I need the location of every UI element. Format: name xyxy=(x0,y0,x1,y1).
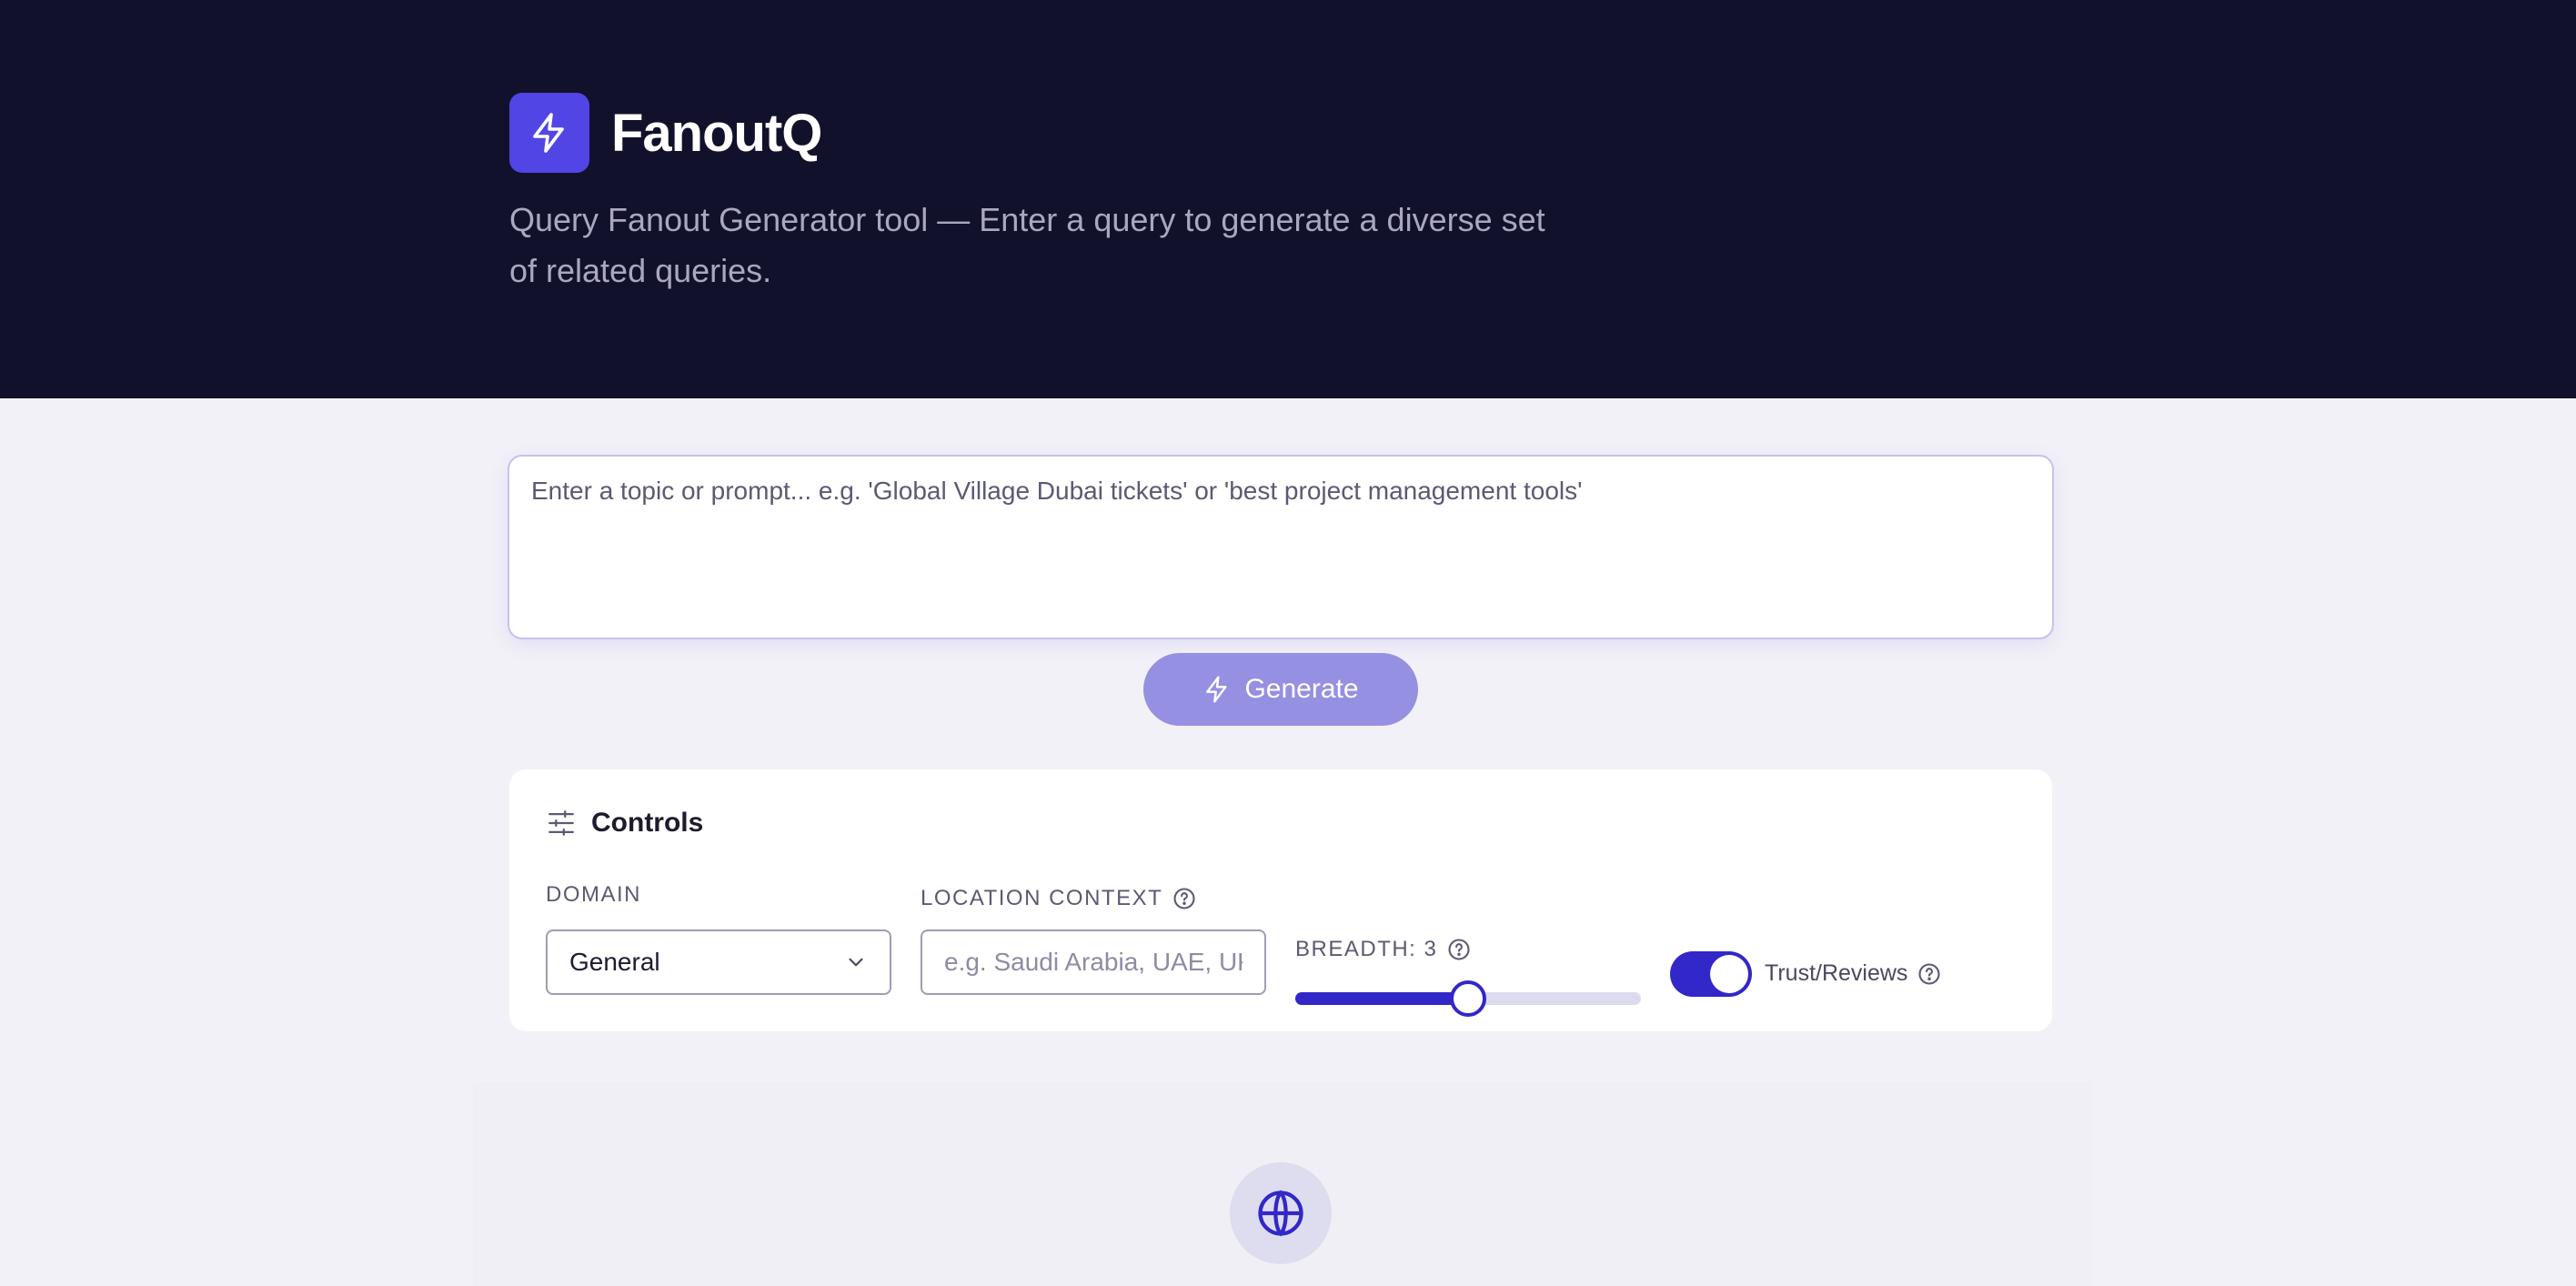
domain-label: DOMAIN xyxy=(546,882,641,908)
breadth-label-text: BREADTH: 3 xyxy=(1295,937,1438,961)
lightning-bolt-icon xyxy=(533,113,564,153)
chevron-down-icon xyxy=(849,958,863,967)
prompt-input[interactable] xyxy=(509,457,2052,638)
location-label: LOCATION CONTEXT xyxy=(921,886,1197,911)
hero-header: FanoutQ Query Fanout Generator tool — En… xyxy=(0,0,2576,398)
generate-button[interactable]: Generate xyxy=(1143,653,1418,726)
domain-selected-value: General xyxy=(569,948,660,976)
sliders-icon xyxy=(548,810,574,836)
prompt-box xyxy=(508,455,2054,639)
breadth-thumb[interactable] xyxy=(1450,980,1486,1017)
controls-title: Controls xyxy=(591,808,704,838)
trust-help-icon[interactable] xyxy=(1917,961,1942,987)
trust-reviews-toggle[interactable] xyxy=(1670,951,1752,997)
app-logo xyxy=(509,93,589,173)
empty-state-badge xyxy=(1230,1162,1332,1264)
trust-reviews-label: Trust/Reviews xyxy=(1765,960,1942,987)
domain-select[interactable]: General xyxy=(546,929,891,995)
brand: FanoutQ xyxy=(509,93,822,173)
trust-reviews-label-text: Trust/Reviews xyxy=(1765,960,1908,986)
app-name: FanoutQ xyxy=(611,103,822,163)
controls-header: Controls xyxy=(546,808,703,839)
location-label-text: LOCATION CONTEXT xyxy=(921,886,1163,910)
lightning-bolt-icon xyxy=(1206,676,1227,703)
breadth-label: BREADTH: 3 xyxy=(1295,937,1472,962)
breadth-help-icon[interactable] xyxy=(1446,937,1472,962)
controls-panel: Controls DOMAIN General LOCATION CONTEXT… xyxy=(509,769,2052,1031)
domain-label-text: DOMAIN xyxy=(546,882,641,907)
breadth-slider[interactable] xyxy=(1295,980,1641,1017)
globe-icon xyxy=(1258,1190,1303,1237)
breadth-fill xyxy=(1295,992,1468,1005)
location-help-icon[interactable] xyxy=(1172,886,1197,911)
location-input[interactable] xyxy=(921,929,1266,995)
toggle-knob xyxy=(1710,955,1748,993)
app-tagline: Query Fanout Generator tool — Enter a qu… xyxy=(509,201,1545,289)
generate-label: Generate xyxy=(1244,674,1359,704)
